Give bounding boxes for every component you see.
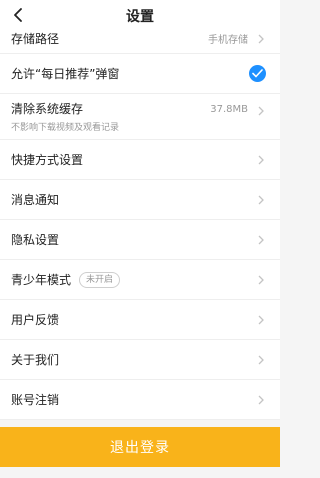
row-left: 存储路径 [11, 31, 208, 47]
chevron-right-icon [256, 234, 266, 246]
row-left: 清除系统缓存 不影响下载视频及观看记录 [11, 101, 210, 133]
user-feedback-row[interactable]: 用户反馈 [0, 300, 280, 340]
clear-cache-label: 清除系统缓存 [11, 101, 84, 116]
shortcut-settings-row[interactable]: 快捷方式设置 [0, 140, 280, 180]
notifications-label: 消息通知 [11, 192, 60, 207]
chevron-right-icon [256, 274, 266, 286]
chevron-right-icon [256, 33, 266, 45]
row-left: 快捷方式设置 [11, 152, 256, 168]
back-arrow-icon[interactable] [8, 4, 30, 26]
privacy-settings-label: 隐私设置 [11, 232, 60, 247]
logout-button[interactable]: 退出登录 [0, 427, 280, 467]
page-title: 设置 [126, 9, 154, 25]
row-left: 消息通知 [11, 192, 256, 208]
chevron-right-icon [256, 154, 266, 166]
daily-recommend-popup-row[interactable]: 允许“每日推荐”弹窗 [0, 54, 280, 94]
about-us-label: 关于我们 [11, 352, 60, 367]
privacy-settings-row[interactable]: 隐私设置 [0, 220, 280, 260]
about-us-row[interactable]: 关于我们 [0, 340, 280, 380]
account-deletion-row[interactable]: 账号注销 [0, 380, 280, 420]
row-left: 关于我们 [11, 352, 256, 368]
clear-cache-subtitle: 不影响下载视频及观看记录 [11, 122, 120, 133]
row-left: 允许“每日推荐”弹窗 [11, 66, 249, 82]
account-deletion-label: 账号注销 [11, 392, 60, 407]
chevron-right-icon [256, 314, 266, 326]
row-left: 隐私设置 [11, 232, 256, 248]
row-left: 青少年模式 未开启 [11, 271, 256, 288]
teen-mode-label-wrap: 青少年模式 未开启 [11, 271, 256, 288]
teen-mode-label: 青少年模式 [11, 272, 72, 287]
storage-path-value: 手机存储 [208, 35, 248, 46]
shortcut-settings-label: 快捷方式设置 [11, 152, 84, 167]
cache-size-value: 37.8MB [210, 104, 248, 115]
chevron-right-icon [256, 354, 266, 366]
chevron-right-icon [256, 105, 266, 117]
storage-path-label: 存储路径 [11, 31, 60, 46]
user-feedback-label: 用户反馈 [11, 312, 60, 327]
teen-mode-row[interactable]: 青少年模式 未开启 [0, 260, 280, 300]
settings-list: 存储路径 手机存储 允许“每日推荐”弹窗 清除系统缓存 不影响下载视频及观看记录… [0, 24, 280, 420]
clear-cache-row[interactable]: 清除系统缓存 不影响下载视频及观看记录 37.8MB [0, 94, 280, 140]
storage-path-row[interactable]: 存储路径 手机存储 [0, 24, 280, 54]
chevron-right-icon [256, 194, 266, 206]
chevron-right-icon [256, 394, 266, 406]
row-left: 账号注销 [11, 392, 256, 408]
notifications-row[interactable]: 消息通知 [0, 180, 280, 220]
daily-recommend-popup-label: 允许“每日推荐”弹窗 [11, 66, 120, 81]
row-left: 用户反馈 [11, 312, 256, 328]
teen-mode-status-badge: 未开启 [79, 271, 121, 288]
checked-icon[interactable] [249, 65, 266, 82]
